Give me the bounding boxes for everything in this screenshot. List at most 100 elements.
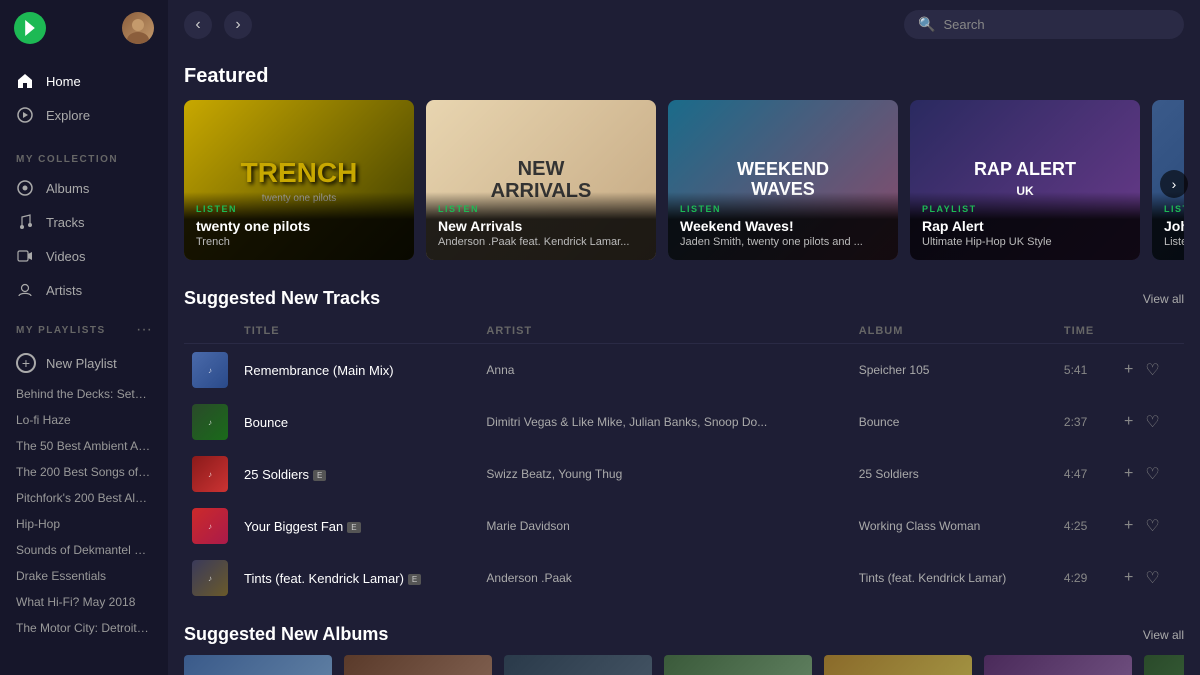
sidebar-item-videos-label: Videos	[46, 249, 86, 264]
track-actions-3: + ♡	[1122, 514, 1176, 538]
featured-card-0[interactable]: TRENCH twenty one pilots LISTEN twenty o…	[184, 100, 414, 260]
app-logo	[14, 12, 46, 44]
new-playlist-btn[interactable]: + New Playlist	[0, 345, 168, 381]
col-title: Title	[236, 319, 478, 344]
track-title-cell-2: 25 SoldiersE	[236, 448, 478, 500]
search-input[interactable]	[943, 17, 1170, 32]
card-title-3: Rap Alert	[922, 218, 1128, 234]
album-art-1: ♪	[344, 655, 492, 675]
track-thumb-0: ♪	[192, 352, 228, 388]
track-name-2: 25 SoldiersE	[244, 467, 470, 482]
track-thumb-art-1: ♪	[192, 404, 228, 440]
card-tag-2: LISTEN	[680, 204, 886, 214]
track-artist-cell-2: Swizz Beatz, Young Thug	[478, 448, 850, 500]
playlist-item-5[interactable]: Hip-Hop	[0, 511, 168, 537]
playlist-item-0[interactable]: Behind the Decks: Seth Tro...	[0, 381, 168, 407]
playlist-item-3[interactable]: The 200 Best Songs of the ...	[0, 459, 168, 485]
track-name-4: Tints (feat. Kendrick Lamar)E	[244, 571, 470, 586]
playlist-item-9[interactable]: The Motor City: Detroit Hou...	[0, 615, 168, 641]
track-album-3: Working Class Woman	[859, 519, 1048, 533]
tracks-view-all[interactable]: View all	[1143, 292, 1184, 306]
album-art-inner-2: ♪	[504, 655, 652, 675]
tracks-tbody: ♪ Remembrance (Main Mix) Anna Speicher 1…	[184, 344, 1184, 605]
playlist-item-8[interactable]: What Hi-Fi? May 2018	[0, 589, 168, 615]
track-artist-4: Anderson .Paak	[486, 571, 842, 585]
card-tag-1: LISTEN	[438, 204, 644, 214]
sidebar-header	[0, 0, 168, 56]
featured-title: Featured	[184, 65, 1184, 88]
track-add-btn-1[interactable]: +	[1122, 411, 1135, 433]
album-card-5[interactable]: ♪ Album Six Artist F	[984, 655, 1132, 675]
sidebar-item-explore[interactable]: Explore	[0, 98, 168, 132]
video-icon	[16, 247, 34, 265]
album-card-4[interactable]: ♪ Album Five Artist E	[824, 655, 972, 675]
track-time-cell-0: 5:41	[1056, 344, 1114, 397]
track-add-btn-0[interactable]: +	[1122, 359, 1135, 381]
table-row[interactable]: ♪ Tints (feat. Kendrick Lamar)E Anderson…	[184, 552, 1184, 604]
col-album: Album	[851, 319, 1056, 344]
track-like-btn-0[interactable]: ♡	[1143, 358, 1161, 382]
album-card-0[interactable]: ♪ Album One Artist A	[184, 655, 332, 675]
album-art-inner-0: ♪	[184, 655, 332, 675]
album-card-1[interactable]: ♪ Album Two Artist B	[344, 655, 492, 675]
suggested-albums-header: Suggested New Albums View all	[184, 624, 1184, 645]
content-area: Featured TRENCH twenty one pilots LISTEN…	[168, 49, 1200, 675]
track-like-btn-3[interactable]: ♡	[1143, 514, 1161, 538]
table-row[interactable]: ♪ Bounce Dimitri Vegas & Like Mike, Juli…	[184, 396, 1184, 448]
suggested-albums-title: Suggested New Albums	[184, 624, 388, 645]
track-like-btn-4[interactable]: ♡	[1143, 566, 1161, 590]
card-tag-0: LISTEN	[196, 204, 402, 214]
playlist-item-1[interactable]: Lo-fi Haze	[0, 407, 168, 433]
track-time-3: 4:25	[1064, 519, 1106, 533]
track-actions-cell-3: + ♡	[1114, 500, 1184, 552]
sidebar-item-explore-label: Explore	[46, 108, 90, 123]
track-album-cell-3: Working Class Woman	[851, 500, 1056, 552]
playlists-menu-btn[interactable]: ···	[136, 321, 152, 339]
sidebar-item-artists[interactable]: Artists	[0, 273, 168, 307]
track-name-0: Remembrance (Main Mix)	[244, 363, 470, 378]
sidebar-item-tracks[interactable]: Tracks	[0, 205, 168, 239]
sidebar-item-videos[interactable]: Videos	[0, 239, 168, 273]
track-like-btn-2[interactable]: ♡	[1143, 462, 1161, 486]
album-card-6[interactable]: ♪ Album Seven Artist G	[1144, 655, 1184, 675]
track-time-1: 2:37	[1064, 415, 1106, 429]
track-artist-cell-4: Anderson .Paak	[478, 552, 850, 604]
track-add-btn-3[interactable]: +	[1122, 515, 1135, 537]
track-actions-cell-1: + ♡	[1114, 396, 1184, 448]
featured-next-btn[interactable]: ›	[1160, 170, 1188, 198]
playlist-item-2[interactable]: The 50 Best Ambient Albu...	[0, 433, 168, 459]
featured-card-2[interactable]: WEEKENDWAVES LISTEN Weekend Waves! Jaden…	[668, 100, 898, 260]
playlist-item-6[interactable]: Sounds of Dekmantel Festi...	[0, 537, 168, 563]
track-add-btn-2[interactable]: +	[1122, 463, 1135, 485]
card-subtitle-1: Anderson .Paak feat. Kendrick Lamar...	[438, 236, 644, 248]
track-artist-0: Anna	[486, 363, 842, 377]
sidebar-item-home-label: Home	[46, 74, 81, 89]
playlist-item-4[interactable]: Pitchfork's 200 Best Album...	[0, 485, 168, 511]
album-card-2[interactable]: ♪ Album Three Artist C	[504, 655, 652, 675]
track-album-2: 25 Soldiers	[859, 467, 1048, 481]
featured-card-3[interactable]: RAP ALERTUK PLAYLIST Rap Alert Ultimate …	[910, 100, 1140, 260]
featured-card-overlay-1: LISTEN New Arrivals Anderson .Paak feat.…	[426, 192, 656, 260]
track-thumb-art-2: ♪	[192, 456, 228, 492]
suggested-tracks-header: Suggested New Tracks View all	[184, 288, 1184, 309]
track-like-btn-1[interactable]: ♡	[1143, 410, 1161, 434]
my-playlists-label: My Playlists	[16, 325, 106, 336]
album-card-3[interactable]: ♪ Album Four Artist D	[664, 655, 812, 675]
table-row[interactable]: ♪ Remembrance (Main Mix) Anna Speicher 1…	[184, 344, 1184, 397]
albums-view-all[interactable]: View all	[1143, 628, 1184, 642]
track-thumb-cell-4: ♪	[184, 552, 236, 604]
table-row[interactable]: ♪ Your Biggest FanE Marie Davidson Worki…	[184, 500, 1184, 552]
track-thumb-art-0: ♪	[192, 352, 228, 388]
sidebar-item-albums[interactable]: Albums	[0, 171, 168, 205]
table-row[interactable]: ♪ 25 SoldiersE Swizz Beatz, Young Thug 2…	[184, 448, 1184, 500]
track-artist-cell-0: Anna	[478, 344, 850, 397]
track-name-1: Bounce	[244, 415, 470, 430]
track-add-btn-4[interactable]: +	[1122, 567, 1135, 589]
back-button[interactable]: ‹	[184, 11, 212, 39]
sidebar-item-home[interactable]: Home	[0, 64, 168, 98]
forward-button[interactable]: ›	[224, 11, 252, 39]
playlist-item-7[interactable]: Drake Essentials	[0, 563, 168, 589]
track-artist-2: Swizz Beatz, Young Thug	[486, 467, 842, 481]
featured-card-1[interactable]: NEWARRIVALS LISTEN New Arrivals Anderson…	[426, 100, 656, 260]
avatar[interactable]	[122, 12, 154, 44]
